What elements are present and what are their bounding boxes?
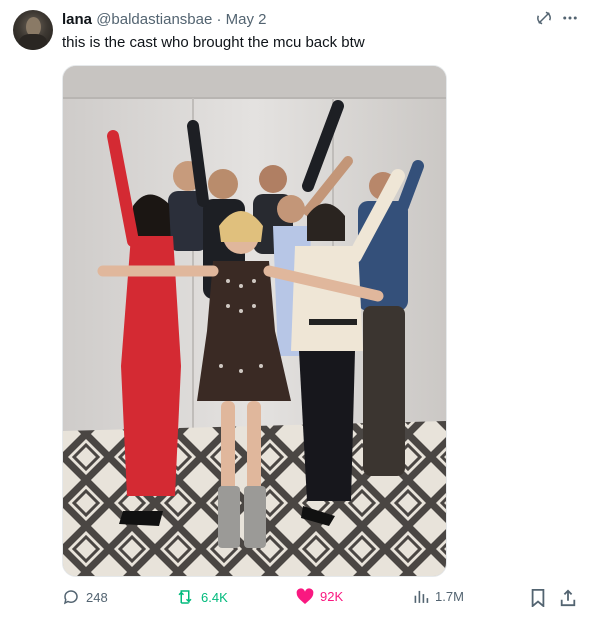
tweet-text: this is the cast who brought the mcu bac… (62, 34, 365, 51)
share-button[interactable] (559, 589, 577, 607)
reply-icon (63, 590, 78, 605)
reply-count: 248 (86, 589, 108, 605)
views-button[interactable]: 1.7M (413, 588, 464, 605)
retweet-count: 6.4K (201, 589, 228, 605)
views-count: 1.7M (435, 589, 464, 604)
grok-icon[interactable] (535, 9, 553, 27)
tweet-date[interactable]: May 2 (226, 11, 267, 28)
tweet-actions: 248 6.4K 92K 1.7M (62, 588, 582, 610)
tweet-photo[interactable] (62, 65, 447, 577)
author-name[interactable]: lana (62, 11, 92, 28)
more-icon[interactable] (561, 9, 579, 27)
views-icon (414, 590, 429, 603)
heart-icon (296, 588, 314, 604)
like-count: 92K (320, 589, 344, 604)
tweet-top-actions (535, 9, 579, 27)
author-handle[interactable]: @baldastiansbae (96, 11, 212, 28)
bookmark-button[interactable] (530, 589, 546, 607)
separator-dot: · (216, 11, 222, 28)
like-button[interactable]: 92K (296, 588, 343, 605)
retweet-icon (178, 590, 192, 604)
bookmark-icon (531, 589, 545, 607)
retweet-button[interactable]: 6.4K (175, 588, 228, 606)
tweet-header: lana @baldastiansbae · May 2 (62, 11, 267, 29)
share-icon (560, 589, 576, 607)
reply-button[interactable]: 248 (62, 588, 108, 606)
author-avatar[interactable] (13, 10, 53, 50)
